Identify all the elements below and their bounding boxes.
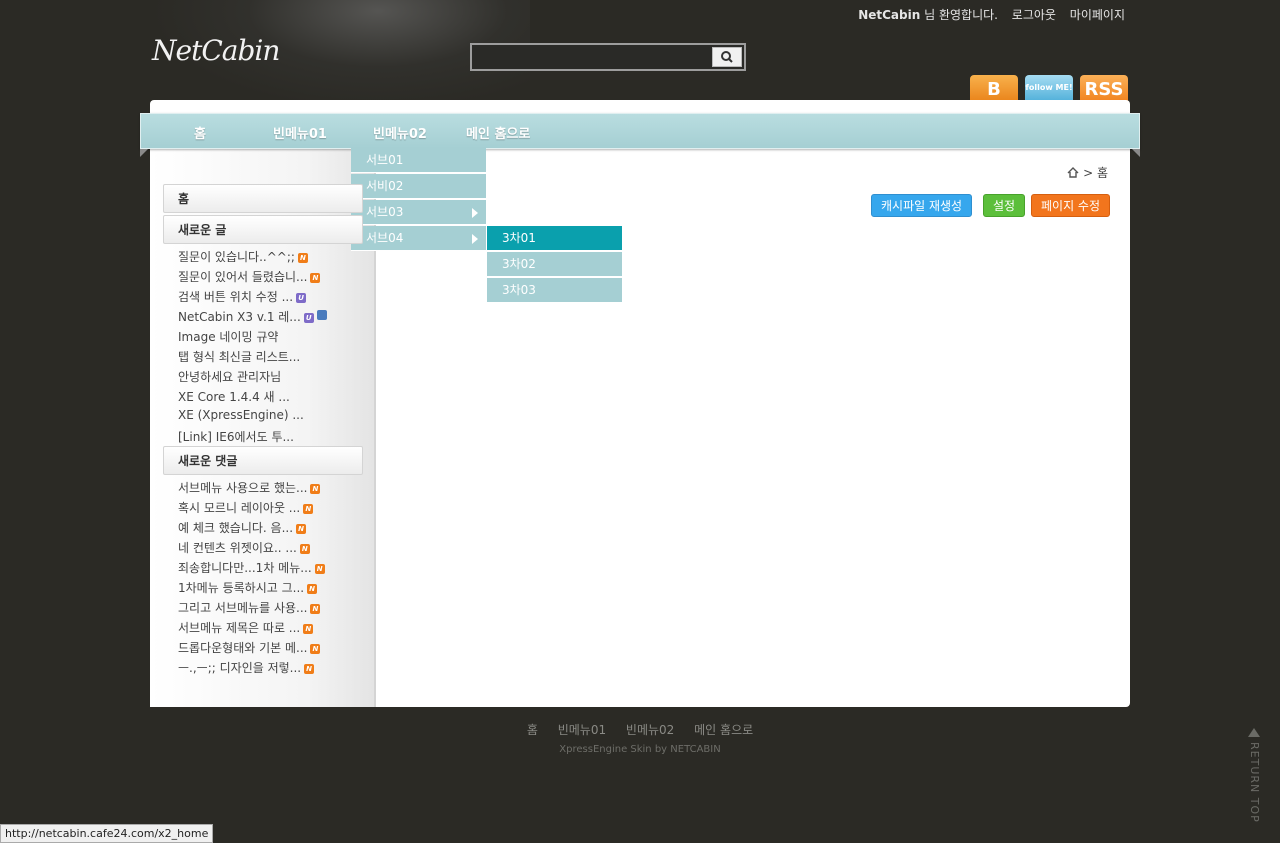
mypage-link[interactable]: 마이페이지 xyxy=(1070,8,1125,22)
submenu-item[interactable]: 서브03 xyxy=(351,200,486,225)
edit-page-button[interactable]: 페이지 수정 xyxy=(1031,194,1111,217)
list-item[interactable]: 서브메뉴 사용으로 했는... N xyxy=(178,479,321,496)
list-item[interactable]: 네 컨텐츠 위젯이요.. ... N xyxy=(178,539,310,556)
new-posts-title: 새로운 글 xyxy=(163,215,363,244)
new-badge-icon: N xyxy=(310,604,321,614)
member-bar: NetCabin 님 환영합니다. 로그아웃 마이페이지 xyxy=(858,6,1125,23)
gnb-item-menu01[interactable]: 빈메뉴01 xyxy=(273,123,327,142)
new-badge-icon: N xyxy=(303,624,314,634)
chevron-right-icon xyxy=(472,234,478,244)
list-item[interactable]: 질문이 있어서 들렸습니... N xyxy=(178,268,321,285)
sidebar-home[interactable]: 홈 xyxy=(163,184,363,213)
search-input[interactable] xyxy=(476,48,714,68)
new-badge-icon: N xyxy=(310,644,321,654)
settings-button[interactable]: 설정 xyxy=(983,194,1026,217)
list-item[interactable]: [Link] IE6에서도 투... xyxy=(178,428,294,445)
chevron-right-icon xyxy=(472,208,478,218)
new-badge-icon: N xyxy=(304,664,315,674)
submenu-item[interactable]: 서브04 xyxy=(351,226,486,251)
footer-nav: 홈 빈메뉴01 빈메뉴02 메인 홈으로 xyxy=(0,721,1280,738)
list-item[interactable]: 질문이 있습니다..^^;; N xyxy=(178,248,308,265)
list-item[interactable]: 혹시 모르니 레이아웃 ... N xyxy=(178,499,314,516)
list-item[interactable]: NetCabin X3 v.1 레... U xyxy=(178,308,327,325)
breadcrumb: > 홈 xyxy=(1067,164,1108,181)
search-icon xyxy=(721,51,733,63)
list-item[interactable]: Image 네이밍 규약 xyxy=(178,328,278,345)
search-button[interactable] xyxy=(712,47,742,67)
updated-badge-icon: U xyxy=(296,293,307,303)
footer-link[interactable]: 홈 xyxy=(527,723,538,737)
list-item[interactable]: 서브메뉴 제목은 따로 ... N xyxy=(178,619,314,636)
new-comments-title: 새로운 댓글 xyxy=(163,446,363,475)
list-item[interactable]: 그리고 서브메뉴를 사용... N xyxy=(178,599,321,616)
copyright: XpressEngine Skin by NETCABIN xyxy=(559,744,721,755)
new-badge-icon: N xyxy=(310,273,321,283)
arrow-up-icon xyxy=(1248,728,1260,737)
submenu-item[interactable]: 서브01 xyxy=(351,148,486,173)
regenerate-cache-button[interactable]: 캐시파일 재생성 xyxy=(871,194,973,217)
submenu-item[interactable]: 서비02 xyxy=(351,174,486,199)
third-menu-item[interactable]: 3차01 xyxy=(487,226,622,251)
new-badge-icon: N xyxy=(307,584,318,594)
list-item[interactable]: 안녕하세요 관리자님 xyxy=(178,368,281,385)
breadcrumb-current[interactable]: 홈 xyxy=(1097,166,1108,180)
welcome-text: 님 환영합니다. xyxy=(924,8,998,22)
list-item[interactable]: 드롭다운형태와 기본 메... N xyxy=(178,639,321,656)
list-item[interactable]: XE (XpressEngine) ... xyxy=(178,408,304,422)
file-icon xyxy=(316,310,327,320)
global-nav: 홈 빈메뉴01 빈메뉴02 메인 홈으로 xyxy=(140,113,1140,157)
list-item[interactable]: 죄송합니다만...1차 메뉴... N xyxy=(178,559,325,576)
list-item[interactable]: ㅡ.,ㅡ;; 디자인을 저렇... N xyxy=(178,659,315,676)
gnb-item-main-home[interactable]: 메인 홈으로 xyxy=(466,123,530,142)
new-badge-icon: N xyxy=(310,484,321,494)
return-top-button[interactable]: RETURN TOP xyxy=(1247,728,1263,828)
new-badge-icon: N xyxy=(299,544,310,554)
list-item[interactable]: 탭 형식 최신글 리스트... xyxy=(178,348,300,365)
gnb-item-menu02[interactable]: 빈메뉴02 xyxy=(373,123,427,142)
footer-link[interactable]: 빈메뉴01 xyxy=(558,723,606,737)
new-badge-icon: N xyxy=(303,504,314,514)
footer-link[interactable]: 빈메뉴02 xyxy=(626,723,674,737)
user-name: NetCabin xyxy=(858,8,921,22)
footer-link[interactable]: 메인 홈으로 xyxy=(694,723,753,737)
list-item[interactable]: 예 체크 했습니다. 음... N xyxy=(178,519,307,536)
gnb-item-home[interactable]: 홈 xyxy=(194,123,206,142)
browser-status-url: http://netcabin.cafe24.com/x2_home xyxy=(0,824,214,843)
logout-link[interactable]: 로그아웃 xyxy=(1012,8,1056,22)
new-badge-icon: N xyxy=(296,524,307,534)
new-badge-icon: N xyxy=(314,564,325,574)
search-box xyxy=(470,43,746,71)
site-logo[interactable]: NetCabin xyxy=(152,34,280,67)
home-icon[interactable] xyxy=(1067,167,1079,178)
third-menu-item[interactable]: 3차02 xyxy=(487,252,622,277)
list-item[interactable]: 1차메뉴 등록하시고 그... N xyxy=(178,579,318,596)
list-item[interactable]: 검색 버튼 위치 수정 ... U xyxy=(178,288,307,305)
new-badge-icon: N xyxy=(297,253,308,263)
list-item[interactable]: XE Core 1.4.4 새 ... xyxy=(178,388,290,405)
updated-badge-icon: U xyxy=(303,313,314,323)
third-menu-item[interactable]: 3차03 xyxy=(487,278,622,303)
